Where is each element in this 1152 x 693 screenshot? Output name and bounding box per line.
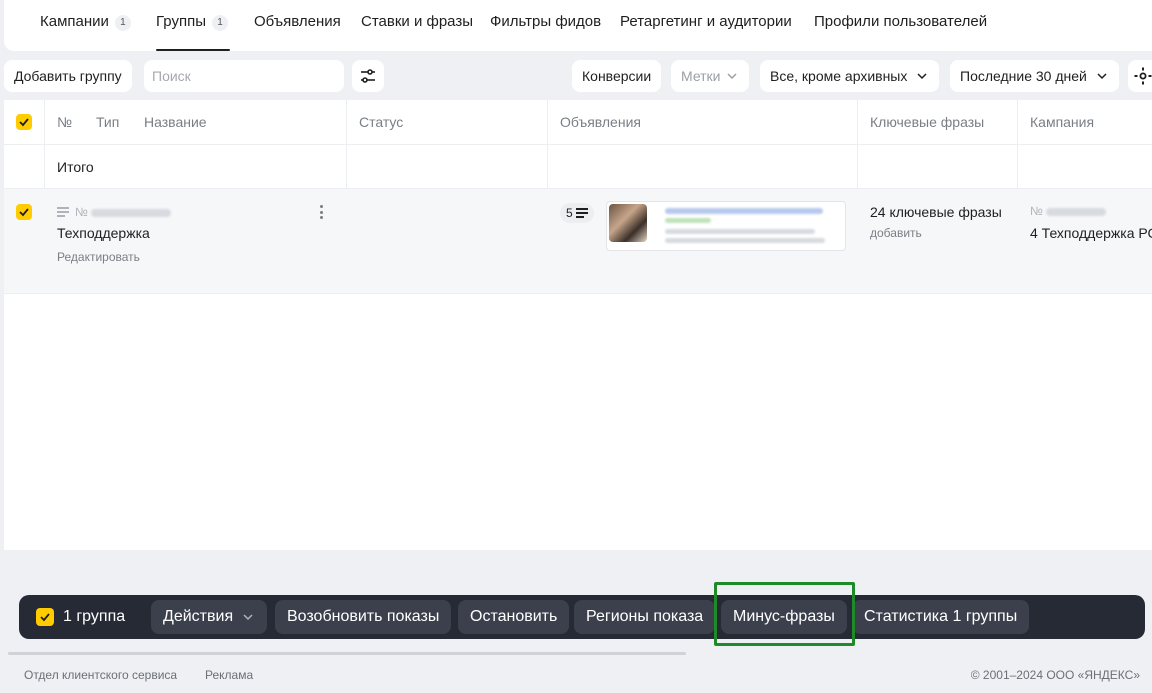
bulk-action-bar: 1 группа Действия Возобновить показы Ост…: [19, 595, 1145, 639]
chevron-down-icon: [1097, 73, 1107, 80]
horizontal-scrollbar[interactable]: [8, 652, 686, 655]
tags-dropdown[interactable]: Метки: [671, 60, 749, 92]
tab-feed-filters[interactable]: Фильтры фидов: [490, 0, 601, 51]
total-label: Итого: [57, 159, 94, 175]
header-num[interactable]: №: [57, 114, 72, 130]
status-filter-dropdown[interactable]: Все, кроме архивных: [760, 60, 940, 92]
header-status[interactable]: Статус: [359, 114, 403, 130]
ad-image: [609, 204, 647, 242]
search-input[interactable]: [144, 60, 344, 92]
tab-user-profiles[interactable]: Профили пользователей: [814, 0, 987, 51]
text-ad-icon: [57, 207, 69, 217]
minus-phrases-button[interactable]: Минус-фразы: [721, 600, 847, 634]
keywords-count[interactable]: 24 ключевые фразы: [870, 204, 1002, 220]
ad-preview-card[interactable]: [606, 201, 846, 251]
header-type[interactable]: Тип: [96, 114, 119, 130]
group-name[interactable]: Техподдержка: [57, 225, 150, 241]
tab-ads[interactable]: Объявления: [254, 0, 341, 51]
edit-group-link[interactable]: Редактировать: [57, 250, 140, 264]
chevron-down-icon: [917, 73, 927, 80]
footer-service-link[interactable]: Отдел клиентского сервиса: [24, 668, 177, 682]
select-all-checkbox[interactable]: [16, 114, 32, 130]
tab-count-badge: 1: [211, 15, 228, 31]
checkmark-icon: [19, 118, 29, 127]
stop-button[interactable]: Остановить: [458, 600, 570, 634]
ads-count-badge[interactable]: 5: [560, 203, 594, 223]
header-ads[interactable]: Объявления: [560, 114, 641, 130]
regions-button[interactable]: Регионы показа: [574, 600, 716, 634]
selected-count: 1 группа: [63, 608, 126, 625]
tab-bids-phrases[interactable]: Ставки и фразы: [361, 0, 473, 51]
bulk-select-checkbox[interactable]: [36, 608, 54, 626]
table-header: № Тип Название Статус Объявления Ключевы…: [4, 100, 1152, 145]
group-stats-button[interactable]: Статистика 1 группы: [852, 600, 1030, 634]
resume-button[interactable]: Возобновить показы: [275, 600, 452, 634]
campaign-name[interactable]: 4 Техподдержка РС: [1030, 225, 1152, 241]
sliders-icon: [361, 69, 375, 83]
campaign-number: №: [1030, 204, 1107, 218]
settings-button[interactable]: [1128, 60, 1152, 92]
conversions-button[interactable]: Конверсии: [572, 60, 662, 92]
actions-dropdown[interactable]: Действия: [151, 600, 268, 634]
header-name[interactable]: Название: [144, 114, 207, 130]
header-keywords[interactable]: Ключевые фразы: [870, 114, 984, 130]
row-checkbox[interactable]: [16, 204, 32, 220]
checkmark-icon: [40, 613, 50, 622]
tab-groups[interactable]: Группы 1: [156, 0, 230, 51]
footer-ads-link[interactable]: Реклама: [205, 668, 253, 682]
top-navigation: Кампании 1 Группы 1 Объявления Ставки и …: [4, 0, 1152, 51]
total-row: Итого: [4, 145, 1152, 189]
table-row: № Техподдержка Редактировать 5 24 ключев…: [4, 189, 1152, 294]
tab-retargeting[interactable]: Ретаргетинг и аудитории: [620, 0, 792, 51]
footer-copyright: © 2001–2024 ООО «ЯНДЕКС»: [970, 668, 1140, 682]
header-campaign[interactable]: Кампания: [1030, 114, 1094, 130]
period-dropdown[interactable]: Последние 30 дней: [950, 60, 1119, 92]
chevron-down-icon: [243, 614, 253, 621]
groups-table: № Тип Название Статус Объявления Ключевы…: [4, 100, 1152, 550]
text-ad-icon: [575, 208, 588, 218]
add-group-button[interactable]: Добавить группу: [4, 60, 132, 92]
more-menu-icon[interactable]: [320, 205, 324, 219]
gear-icon: [1134, 67, 1152, 85]
chevron-down-icon: [726, 73, 737, 80]
filter-settings-button[interactable]: [352, 60, 384, 92]
tab-campaigns[interactable]: Кампании 1: [40, 0, 131, 51]
group-number: №: [75, 205, 172, 219]
add-keywords-link[interactable]: добавить: [870, 226, 922, 240]
checkmark-icon: [19, 208, 29, 217]
tab-count-badge: 1: [114, 15, 131, 31]
